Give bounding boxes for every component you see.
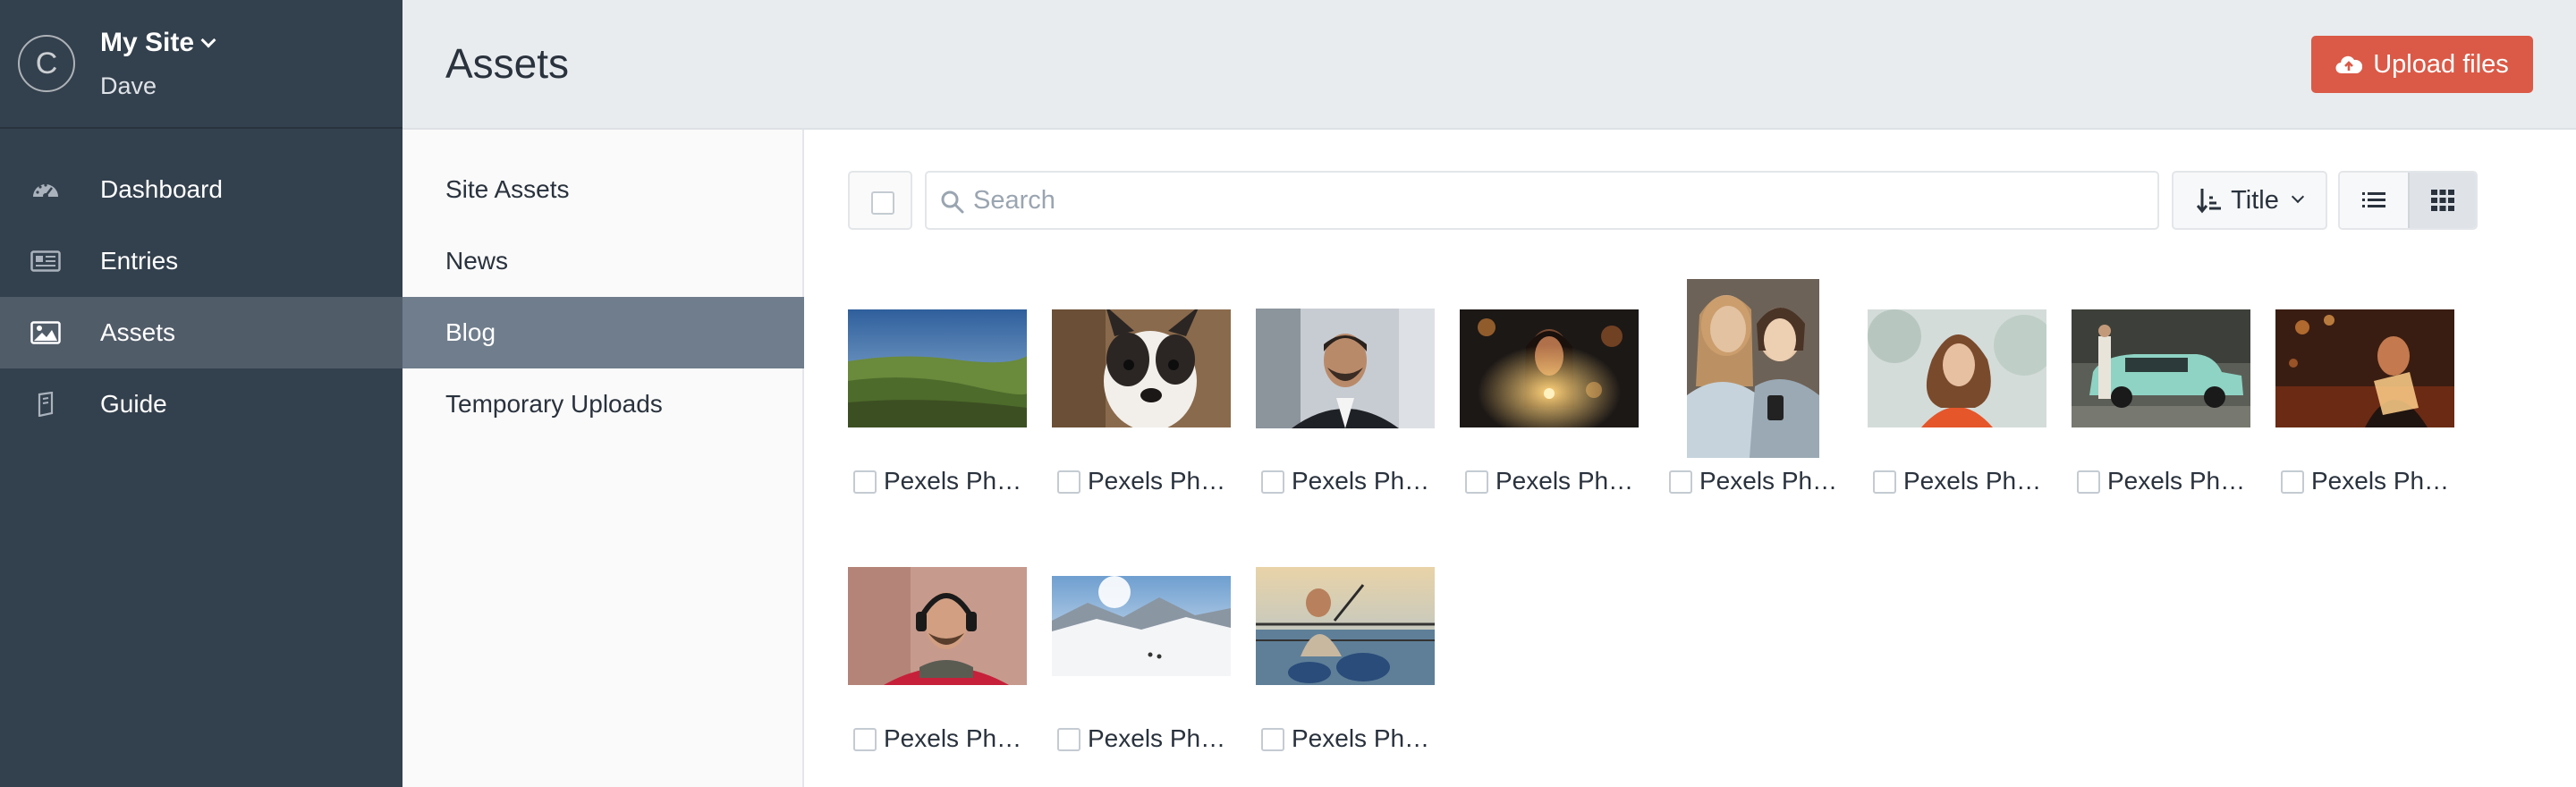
volume-sidebar: Site Assets News Blog Temporary Uploads — [402, 130, 804, 787]
asset-thumbnail-woman-snow — [1868, 309, 2046, 427]
search-field[interactable] — [925, 171, 2159, 230]
nav-label-guide: Guide — [100, 390, 167, 418]
asset-checkbox[interactable] — [1465, 470, 1488, 494]
search-input[interactable] — [973, 180, 2136, 221]
nav-item-guide[interactable]: Guide — [0, 368, 402, 440]
global-sidebar: C My Site Dave Dashboard Entries Assets — [0, 0, 402, 787]
site-logo: C — [18, 35, 75, 92]
asset-title: Pexels Ph… — [884, 467, 1022, 495]
asset-title: Pexels Ph… — [2107, 467, 2246, 495]
asset-title: Pexels Ph… — [2311, 467, 2450, 495]
asset-thumbnail-man-suit — [1256, 309, 1435, 428]
asset-checkbox[interactable] — [1057, 470, 1080, 494]
page-header: Assets Upload files — [402, 0, 2576, 130]
asset-thumbnail-ski-mountain — [1052, 576, 1231, 676]
asset-checkbox[interactable] — [2281, 470, 2304, 494]
chevron-down-icon — [2291, 190, 2304, 204]
book-icon — [38, 392, 54, 417]
search-icon — [941, 190, 964, 214]
source-item-blog[interactable]: Blog — [402, 297, 804, 368]
cloud-upload-icon — [2335, 55, 2363, 74]
page-title: Assets — [445, 40, 570, 87]
assets-main: Title Pexels Ph… — [805, 130, 2576, 787]
asset-thumbnail-vintage-car — [2072, 309, 2250, 427]
sort-menu-button[interactable]: Title — [2172, 171, 2327, 230]
nav-item-assets[interactable]: Assets — [0, 297, 402, 368]
nav-label-assets: Assets — [100, 318, 176, 346]
list-view-icon — [2361, 192, 2385, 207]
asset-checkbox[interactable] — [2077, 470, 2100, 494]
asset-checkbox[interactable] — [1873, 470, 1896, 494]
list-view-button[interactable] — [2340, 173, 2408, 228]
image-icon — [30, 321, 61, 344]
sort-order-icon — [2197, 189, 2222, 214]
asset-title: Pexels Ph… — [1496, 467, 1634, 495]
asset-title: Pexels Ph… — [1088, 724, 1226, 752]
asset-checkbox[interactable] — [1669, 470, 1692, 494]
upload-files-button[interactable]: Upload files — [2311, 36, 2533, 93]
source-item-temporary-uploads[interactable]: Temporary Uploads — [402, 368, 804, 440]
asset-thumbnail-drummer — [1256, 567, 1435, 685]
upload-files-label: Upload files — [2373, 49, 2509, 79]
chevron-down-icon — [200, 32, 216, 48]
asset-checkbox[interactable] — [853, 728, 877, 751]
asset-title: Pexels Ph… — [1088, 467, 1226, 495]
nav-label-entries: Entries — [100, 247, 179, 275]
select-all-checkbox[interactable] — [848, 171, 912, 230]
asset-thumbnail-man-headphones — [848, 567, 1027, 685]
grid-view-button[interactable] — [2407, 173, 2476, 228]
asset-checkbox[interactable] — [853, 470, 877, 494]
checkbox-box — [871, 191, 894, 215]
view-mode-toggle — [2338, 171, 2478, 230]
asset-title: Pexels Ph… — [1292, 724, 1430, 752]
site-name: My Site — [100, 28, 195, 57]
grid-view-icon — [2430, 190, 2454, 211]
asset-checkbox[interactable] — [1057, 728, 1080, 751]
asset-checkbox[interactable] — [1261, 728, 1284, 751]
nav-label-dashboard: Dashboard — [100, 175, 223, 203]
nav-item-dashboard[interactable]: Dashboard — [0, 154, 402, 225]
asset-title: Pexels Ph… — [884, 724, 1022, 752]
source-item-site-assets[interactable]: Site Assets — [402, 154, 804, 225]
asset-checkbox[interactable] — [1261, 470, 1284, 494]
asset-thumbnail-woman-lights — [1460, 309, 1639, 427]
asset-thumbnail-landscape — [848, 309, 1027, 427]
site-header[interactable]: C My Site Dave — [0, 0, 402, 129]
dashboard-gauge-icon — [33, 183, 58, 199]
asset-thumbnail-dog — [1052, 309, 1231, 427]
asset-title: Pexels Ph… — [1292, 467, 1430, 495]
asset-thumbnail-women-phone — [1687, 279, 1819, 458]
current-user: Dave — [100, 72, 157, 99]
site-switcher[interactable]: My Site — [100, 28, 216, 58]
nav-item-entries[interactable]: Entries — [0, 225, 402, 297]
source-item-news[interactable]: News — [402, 225, 804, 297]
asset-title: Pexels Ph… — [1699, 467, 1838, 495]
asset-title: Pexels Ph… — [1903, 467, 2042, 495]
newspaper-icon — [30, 250, 61, 272]
asset-thumbnail-man-laptop — [2275, 309, 2454, 427]
sort-label: Title — [2231, 185, 2279, 215]
